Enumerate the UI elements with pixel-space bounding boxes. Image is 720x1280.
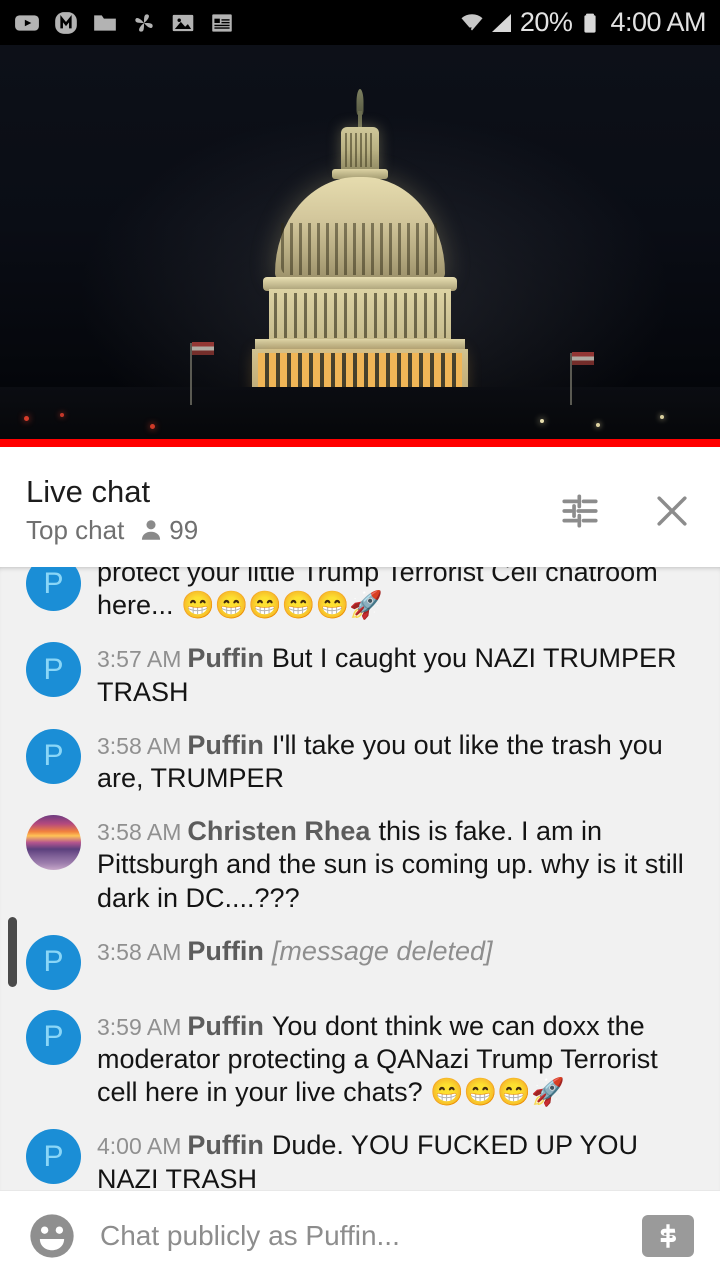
chat-mode-label[interactable]: Top chat (26, 515, 124, 546)
chat-message-author[interactable]: Christen Rhea (187, 816, 370, 846)
photos-pinwheel-icon (131, 10, 157, 36)
avatar-letter: P (43, 945, 64, 979)
chat-message-timestamp: 3:58 AM (97, 819, 182, 846)
chat-message-body: 4:00 AM Puffin Dude. YOU FUCKED UP YOU NAZ… (97, 1127, 702, 1190)
video-progress-bar[interactable] (0, 439, 720, 447)
image-icon (170, 10, 196, 36)
chat-message-row[interactable]: P 3:58 AM Puffin I'll take you out like the… (0, 718, 720, 804)
chat-scrollbar-thumb[interactable] (8, 917, 17, 987)
chat-message-row[interactable]: 3:58 AM Christen Rhea this is fake. I am i… (0, 804, 720, 924)
battery-icon (578, 11, 602, 35)
us-flag-right (572, 352, 594, 365)
cell-signal-icon (490, 11, 514, 35)
avatar[interactable]: P (26, 934, 81, 990)
avatar[interactable]: P (26, 1009, 81, 1065)
folder-icon (92, 10, 118, 36)
close-icon[interactable] (650, 489, 694, 533)
chat-message-text: protect your little Trump Terrorist Cell… (97, 567, 658, 621)
chat-message-timestamp: 3:59 AM (97, 1013, 182, 1040)
chat-message-row[interactable]: Pprotect your little Trump Terrorist Cel… (0, 567, 720, 631)
avatar[interactable]: P (26, 728, 81, 784)
wifi-data-icon (460, 11, 484, 35)
chat-message-row[interactable]: P 3:57 AM Puffin But I caught you NAZI TRUM… (0, 631, 720, 717)
person-icon (138, 517, 164, 543)
chat-settings-tuner-icon[interactable] (558, 489, 602, 533)
page-title: Live chat (26, 474, 151, 510)
chat-message-timestamp: 3:57 AM (97, 646, 182, 673)
live-chat-header-actions (558, 489, 694, 533)
chat-message-text: this is fake. I am in Pittsburgh and the… (97, 816, 684, 913)
battery-percent-label: 20% (519, 7, 573, 37)
chat-message-deleted-text: [message deleted] (271, 935, 493, 966)
chat-message-body: protect your little Trump Terrorist Cell… (97, 567, 702, 622)
viewer-count-label: 99 (169, 514, 199, 545)
chat-message-body: 3:58 AM Christen Rhea this is fake. I am i… (97, 813, 702, 915)
chat-message-timestamp: 3:58 AM (97, 732, 182, 759)
chat-message-text: But I caught you NAZI TRUMPER TRASH (97, 643, 677, 707)
chat-message-text: You dont think we can doxx the moderator… (97, 1010, 658, 1108)
notepad-icon (209, 10, 235, 36)
chat-message-input[interactable] (100, 1219, 642, 1252)
chat-message-author[interactable]: Puffin (187, 730, 263, 760)
chat-input-bar (0, 1190, 720, 1280)
live-chat-message-list[interactable]: Pprotect your little Trump Terrorist Cel… (0, 567, 720, 1190)
us-capitol-dome-image (195, 81, 525, 413)
viewer-count-group: 99 (138, 515, 198, 546)
avatar[interactable]: P (26, 642, 81, 698)
avatar-letter: P (43, 567, 64, 600)
chat-message-row[interactable]: P 4:00 AM Puffin Dude. YOU FUCKED UP YOU NA… (0, 1118, 720, 1190)
status-bar-system-icons: 20% 4:00 AM (460, 7, 706, 38)
us-flag-left (192, 342, 214, 355)
video-player[interactable] (0, 45, 720, 447)
avatar-letter: P (43, 1139, 64, 1173)
chat-messages-container: Pprotect your little Trump Terrorist Cel… (0, 567, 720, 1190)
status-bar-notification-icons (14, 10, 235, 36)
avatar[interactable]: P (26, 567, 81, 611)
avatar[interactable] (26, 815, 81, 871)
status-bar: 20% 4:00 AM (0, 0, 720, 45)
emoji-smiley-icon[interactable] (26, 1210, 78, 1262)
chat-message-author[interactable]: Puffin (187, 936, 263, 966)
chat-message-timestamp: 4:00 AM (97, 1133, 182, 1160)
chat-message-row[interactable]: P 3:58 AM Puffin [message deleted] (0, 924, 720, 999)
foreground-rooftops (0, 387, 720, 447)
chat-message-body: 3:59 AM Puffin You dont think we can doxx … (97, 1008, 702, 1110)
dollar-superchat-icon[interactable] (642, 1214, 694, 1257)
messenger-m-icon (53, 10, 79, 36)
chat-message-body: 3:57 AM Puffin But I caught you NAZI TRUMP… (97, 640, 702, 708)
status-bar-clock: 4:00 AM (610, 7, 706, 37)
chat-message-author[interactable]: Puffin (187, 1130, 263, 1160)
avatar-photo (26, 815, 81, 871)
chat-message-author[interactable]: Puffin (187, 643, 263, 673)
avatar-letter: P (43, 739, 64, 773)
chat-message-timestamp: 3:58 AM (97, 938, 182, 965)
chat-message-author[interactable]: Puffin (187, 1011, 263, 1041)
live-chat-subheader: Top chat 99 (26, 515, 198, 546)
avatar[interactable]: P (26, 1129, 81, 1185)
chat-message-row[interactable]: P 3:59 AM Puffin You dont think we can doxx… (0, 999, 720, 1119)
chat-message-body: 3:58 AM Puffin I'll take you out like the … (97, 727, 702, 795)
live-chat-header: Live chat Top chat 99 (0, 455, 720, 567)
avatar-letter: P (43, 1020, 64, 1054)
avatar-letter: P (43, 652, 64, 686)
chat-message-body: 3:58 AM Puffin [message deleted] (97, 933, 702, 990)
chat-message-text: I'll take you out like the trash you are… (97, 729, 663, 794)
youtube-icon (14, 10, 40, 36)
live-chat-header-titles: Live chat Top chat 99 (26, 476, 198, 546)
